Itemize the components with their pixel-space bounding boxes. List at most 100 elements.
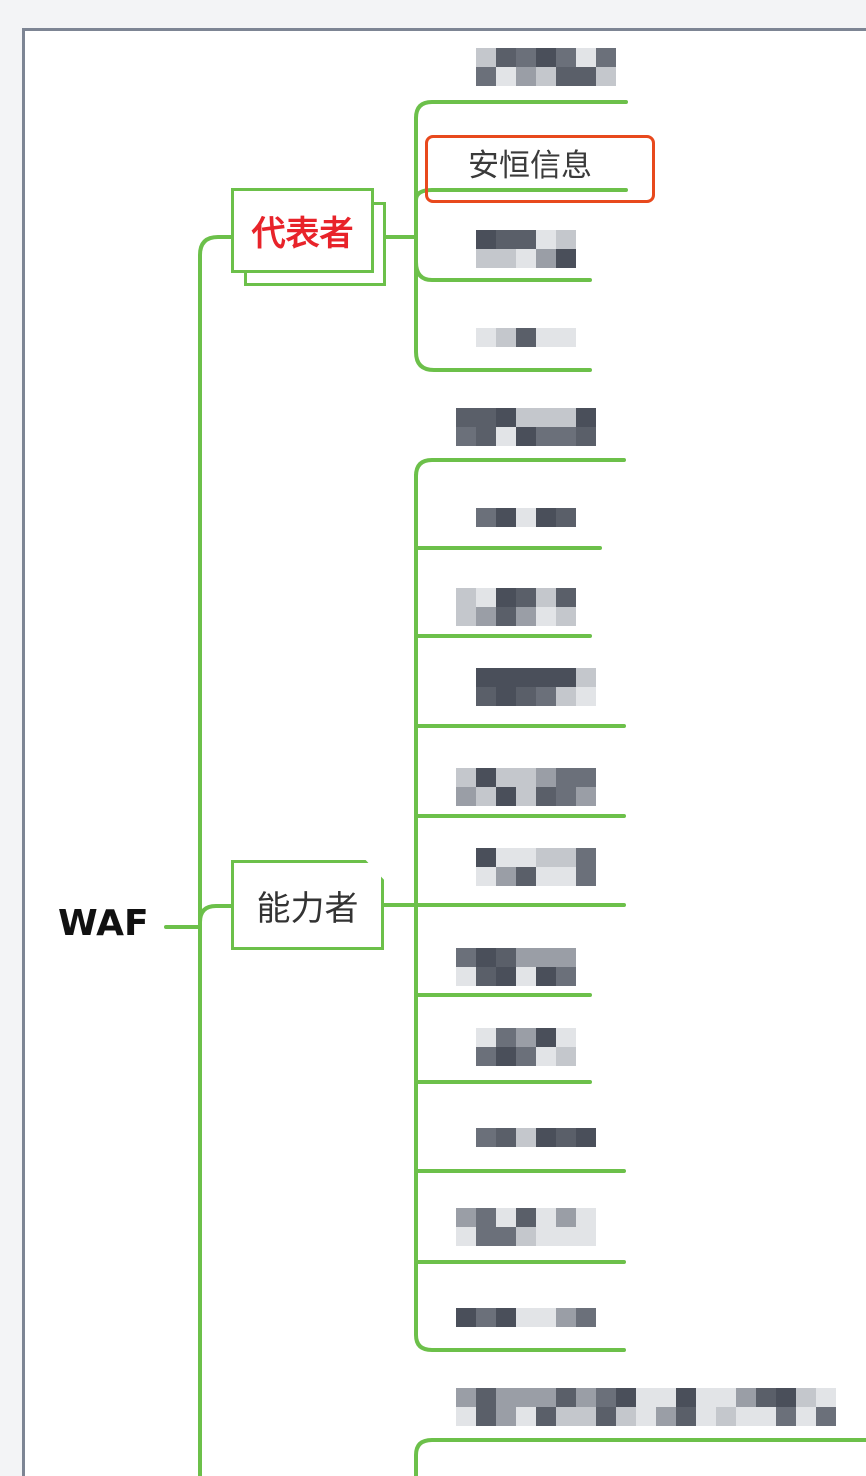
branch-node-representative[interactable]: 代表者 bbox=[231, 188, 374, 273]
obscured-label bbox=[456, 1407, 476, 1426]
obscured-label bbox=[596, 1407, 616, 1426]
obscured-label bbox=[556, 1047, 576, 1066]
obscured-label bbox=[516, 508, 536, 527]
obscured-label bbox=[516, 1388, 536, 1407]
obscured-label bbox=[536, 787, 556, 806]
obscured-label bbox=[576, 848, 596, 867]
obscured-label bbox=[516, 607, 536, 626]
obscured-label bbox=[716, 1407, 736, 1426]
obscured-label bbox=[496, 607, 516, 626]
obscured-label bbox=[556, 508, 576, 527]
obscured-label bbox=[516, 967, 536, 986]
obscured-label bbox=[576, 1208, 596, 1227]
obscured-label bbox=[496, 687, 516, 706]
obscured-label bbox=[536, 848, 556, 867]
obscured-label bbox=[556, 867, 576, 886]
obscured-label bbox=[576, 427, 596, 446]
obscured-label bbox=[456, 967, 476, 986]
obscured-label bbox=[516, 848, 536, 867]
obscured-label bbox=[556, 408, 576, 427]
obscured-label bbox=[516, 588, 536, 607]
cap-child-line bbox=[414, 458, 626, 478]
obscured-label bbox=[496, 1227, 516, 1246]
obscured-label bbox=[476, 328, 496, 347]
obscured-label bbox=[536, 408, 556, 427]
obscured-label bbox=[636, 1388, 656, 1407]
obscured-label bbox=[456, 1227, 476, 1246]
obscured-label bbox=[516, 408, 536, 427]
obscured-label bbox=[576, 1128, 596, 1147]
obscured-label bbox=[516, 768, 536, 787]
obscured-label bbox=[456, 408, 476, 427]
obscured-label bbox=[536, 1407, 556, 1426]
obscured-label bbox=[556, 948, 576, 967]
root-node-waf[interactable]: WAF bbox=[58, 903, 149, 944]
obscured-label bbox=[576, 1388, 596, 1407]
obscured-label bbox=[596, 48, 616, 67]
obscured-label bbox=[496, 1208, 516, 1227]
highlight-box bbox=[425, 135, 655, 203]
obscured-label bbox=[496, 588, 516, 607]
obscured-label bbox=[496, 508, 516, 527]
obscured-label bbox=[656, 1407, 676, 1426]
obscured-label bbox=[536, 668, 556, 687]
obscured-label bbox=[476, 948, 496, 967]
obscured-label bbox=[536, 508, 556, 527]
obscured-label bbox=[496, 848, 516, 867]
obscured-label bbox=[556, 588, 576, 607]
obscured-label bbox=[456, 948, 476, 967]
obscured-label bbox=[536, 1308, 556, 1327]
obscured-label bbox=[796, 1388, 816, 1407]
obscured-label bbox=[476, 1047, 496, 1066]
obscured-label bbox=[456, 588, 476, 607]
obscured-label bbox=[776, 1388, 796, 1407]
obscured-label bbox=[476, 1407, 496, 1426]
obscured-label bbox=[536, 948, 556, 967]
obscured-label bbox=[516, 1208, 536, 1227]
obscured-label bbox=[556, 607, 576, 626]
obscured-label bbox=[816, 1388, 836, 1407]
obscured-label bbox=[496, 967, 516, 986]
obscured-label bbox=[496, 67, 516, 86]
rep-child-1-line bbox=[414, 100, 628, 120]
obscured-label bbox=[556, 1208, 576, 1227]
obscured-label bbox=[556, 768, 576, 787]
obscured-label bbox=[536, 1227, 556, 1246]
obscured-label bbox=[496, 408, 516, 427]
obscured-label bbox=[496, 328, 516, 347]
obscured-label bbox=[476, 48, 496, 67]
obscured-label bbox=[476, 687, 496, 706]
obscured-label bbox=[516, 67, 536, 86]
obscured-label bbox=[676, 1388, 696, 1407]
obscured-label bbox=[556, 249, 576, 268]
obscured-label bbox=[516, 948, 536, 967]
obscured-label bbox=[776, 1407, 796, 1426]
obscured-label bbox=[496, 230, 516, 249]
obscured-label bbox=[616, 1407, 636, 1426]
branch-label-capable: 能力者 bbox=[256, 888, 359, 929]
obscured-label bbox=[476, 408, 496, 427]
obscured-label bbox=[556, 1308, 576, 1327]
obscured-label bbox=[596, 67, 616, 86]
obscured-label bbox=[636, 1407, 656, 1426]
obscured-label bbox=[516, 1047, 536, 1066]
obscured-label bbox=[476, 1308, 496, 1327]
obscured-label bbox=[556, 1227, 576, 1246]
obscured-label bbox=[556, 848, 576, 867]
mindmap-connectors bbox=[164, 48, 866, 1476]
obscured-label bbox=[496, 867, 516, 886]
obscured-label bbox=[496, 1128, 516, 1147]
obscured-label bbox=[476, 1028, 496, 1047]
obscured-label bbox=[516, 328, 536, 347]
obscured-label bbox=[536, 687, 556, 706]
obscured-label bbox=[536, 1208, 556, 1227]
obscured-label bbox=[576, 867, 596, 886]
obscured-label bbox=[576, 687, 596, 706]
obscured-label bbox=[756, 1407, 776, 1426]
obscured-label bbox=[556, 687, 576, 706]
branch-node-capable[interactable]: 能力者 bbox=[231, 860, 384, 950]
obscured-label bbox=[556, 67, 576, 86]
obscured-label bbox=[476, 1128, 496, 1147]
obscured-label bbox=[556, 1028, 576, 1047]
obscured-label bbox=[576, 67, 596, 86]
